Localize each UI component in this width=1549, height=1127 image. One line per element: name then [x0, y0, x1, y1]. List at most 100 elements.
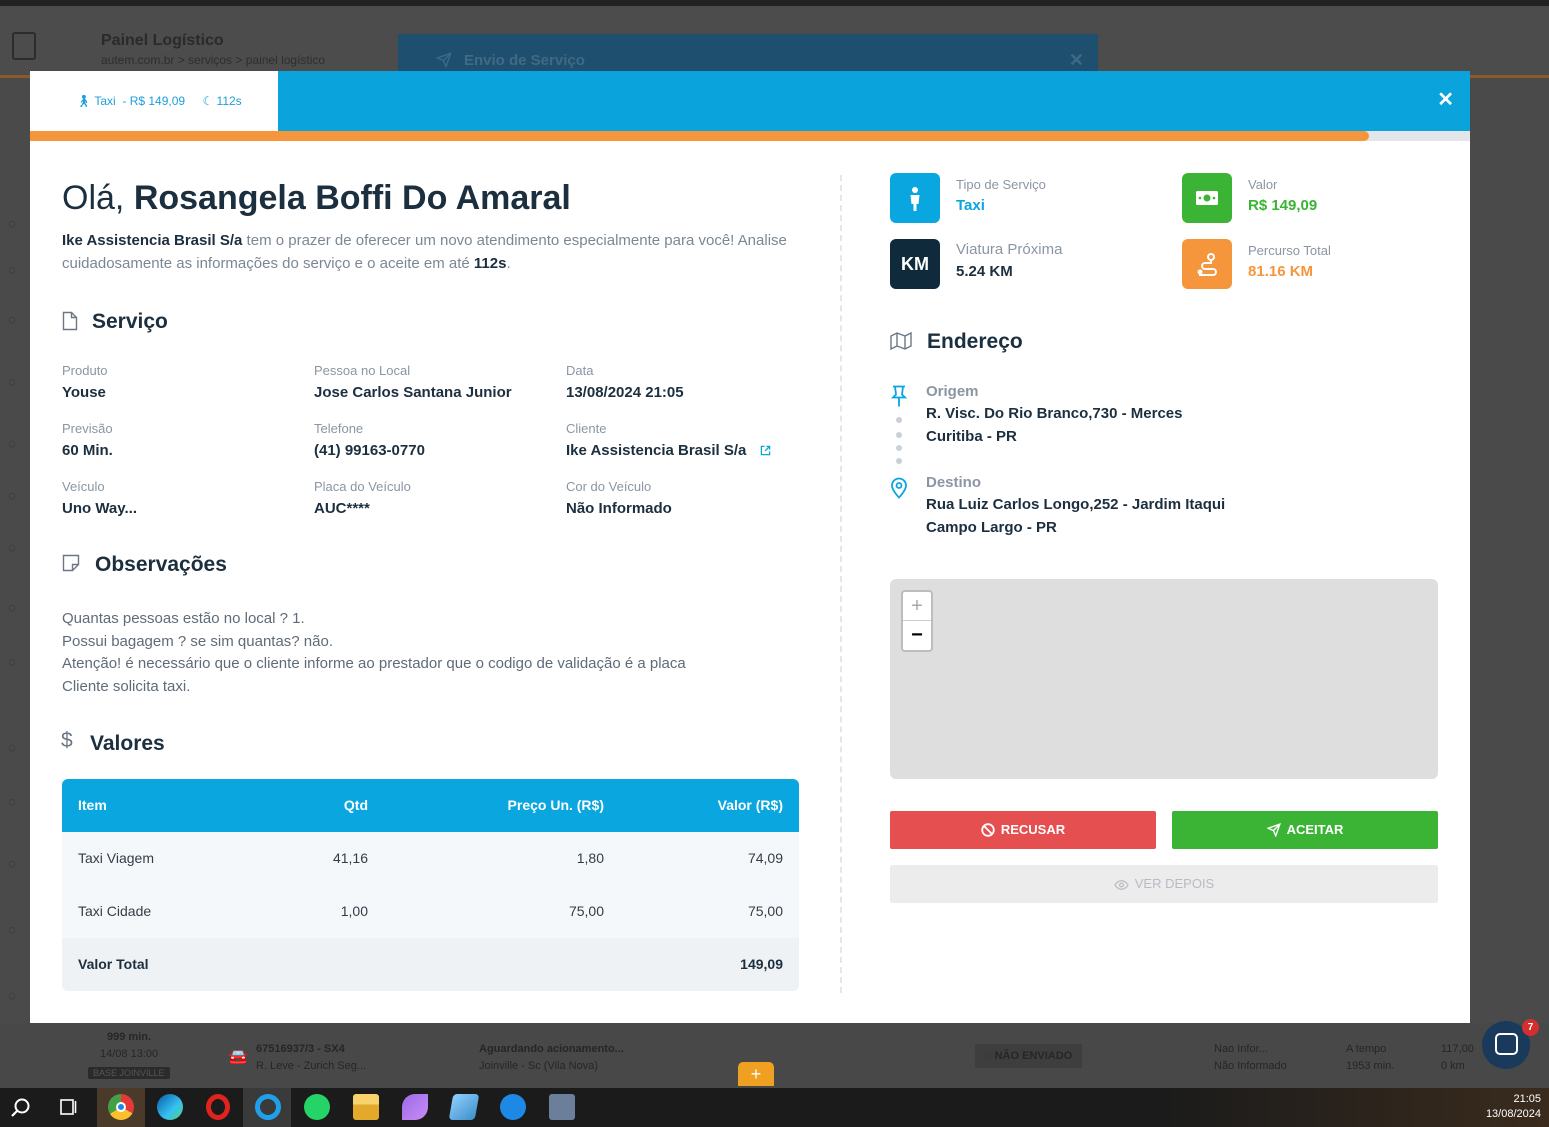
info-value: 5.24 KM [956, 263, 1013, 280]
field-placa: Placa do Veículo AUC**** [314, 479, 411, 517]
route-dot [896, 417, 902, 423]
section-title-endereco: Endereço [927, 330, 1023, 353]
info-value: 81.16 KM [1248, 263, 1314, 280]
field-value: (41) 99163-0770 [314, 442, 425, 459]
table-total-row: Valor Total 149,09 [62, 938, 799, 991]
field-label: Cliente [566, 421, 607, 436]
field-label: Veículo [62, 479, 105, 494]
greeting-prefix: Olá, [62, 179, 125, 217]
paper-plane-icon [436, 52, 452, 68]
header-item: Item [78, 797, 107, 813]
zoom-in-button[interactable]: + [903, 592, 931, 621]
external-link-icon[interactable] [760, 445, 771, 456]
opera-icon[interactable] [206, 1094, 230, 1120]
chat-icon [1495, 1033, 1518, 1055]
row-info2-b: 1953 min. [1346, 1060, 1395, 1072]
spinner-icon: ◌ [8, 922, 16, 937]
cell-valor: 75,00 [747, 903, 783, 919]
route-dot [896, 432, 902, 438]
origin-label: Origem [926, 383, 979, 400]
car-icon: 🚘 [228, 1049, 248, 1066]
header-preco: Preço Un. (R$) [507, 797, 604, 813]
route-icon-badge [1182, 239, 1232, 289]
row-service-address: R. Leve - Zurich Seg... [256, 1060, 367, 1072]
dollar-icon: $ [61, 729, 73, 752]
calculator-icon[interactable] [549, 1094, 575, 1120]
sticky-note-icon [62, 554, 80, 572]
cell-qtd: 1,00 [340, 903, 368, 919]
tab-timer-value: 112s [216, 94, 242, 108]
see-later-button[interactable]: VER DEPOIS [890, 865, 1438, 903]
search-icon[interactable] [10, 1097, 32, 1119]
add-button[interactable]: + [738, 1062, 774, 1086]
modal-header: 🚶︎ Taxi - R$ 149,09 ☾ 112s ✕ [30, 71, 1470, 131]
refuse-button[interactable]: RECUSAR [890, 811, 1156, 849]
chrome-icon[interactable] [108, 1094, 134, 1120]
info-value: R$ 149,09 [1248, 197, 1318, 214]
tab-price: - R$ 149,09 [122, 94, 186, 108]
base-badge: BASE JOINVILLE [88, 1067, 170, 1079]
close-icon[interactable]: ✕ [1437, 87, 1454, 112]
section-title-valores: Valores [90, 732, 165, 755]
edge-icon[interactable] [157, 1094, 183, 1120]
app-q-icon[interactable] [255, 1094, 281, 1120]
field-label: Produto [62, 363, 108, 378]
field-value: 13/08/2024 21:05 [566, 384, 684, 401]
field-pessoa: Pessoa no Local Jose Carlos Santana Junio… [314, 363, 512, 401]
spinner-icon: ◌ [8, 540, 16, 555]
observation-line: Quantas pessoas estão no local ? 1. [62, 610, 305, 627]
route-map[interactable]: + − [890, 579, 1438, 779]
file-explorer-icon[interactable] [353, 1094, 379, 1120]
spinner-icon: ◌ [8, 794, 16, 809]
clock-date: 13/08/2024 [1485, 1108, 1541, 1120]
money-icon-badge [1182, 173, 1232, 223]
zoom-out-button[interactable]: − [903, 621, 931, 650]
table-header: Item Qtd Preço Un. (R$) Valor (R$) [62, 779, 799, 832]
total-value: 149,09 [740, 956, 783, 972]
person-icon [910, 187, 920, 211]
feather-app-icon[interactable] [402, 1094, 428, 1120]
countdown-progress-fill [30, 131, 1370, 141]
service-offer-modal: 🚶︎ Taxi - R$ 149,09 ☾ 112s ✕ Olá, Rosang… [30, 71, 1470, 1023]
field-cor: Cor do Veículo Não Informado [566, 479, 672, 517]
field-label: Data [566, 363, 594, 378]
field-label: Telefone [314, 421, 364, 436]
field-data: Data 13/08/2024 21:05 [566, 363, 684, 401]
tab-service-label: Taxi [94, 94, 116, 108]
header-qtd: Qtd [343, 797, 368, 813]
section-title-servico: Serviço [92, 310, 168, 333]
refuse-button-label: RECUSAR [1000, 822, 1066, 837]
field-label: Placa do Veículo [314, 479, 411, 494]
observation-line: Cliente solicita taxi. [62, 677, 191, 695]
field-label: Previsão [62, 421, 113, 436]
field-previsao: Previsão 60 Min. [62, 421, 113, 459]
map-zoom-control: + − [901, 590, 933, 652]
field-value: Não Informado [566, 500, 672, 517]
system-clock[interactable]: 21:05 13/08/2024 [1486, 1092, 1541, 1122]
paper-plane-icon [1265, 823, 1281, 838]
send-status-button[interactable]: ◌ NÃO ENVIADO [975, 1044, 1083, 1068]
field-value: AUC**** [314, 500, 370, 517]
route-dot [896, 445, 902, 451]
route-dot [896, 458, 902, 464]
column-divider [840, 175, 842, 993]
field-value: Jose Carlos Santana Junior [314, 384, 512, 401]
spinner-icon: ◌ [8, 374, 16, 389]
notes-app-icon[interactable] [448, 1094, 480, 1120]
task-view-icon[interactable] [60, 1099, 78, 1115]
spinner-icon: ◌ [8, 216, 16, 231]
phone-app-icon[interactable] [500, 1094, 526, 1120]
spinner-icon: ◌ [8, 988, 16, 1003]
accept-button[interactable]: ACEITAR [1172, 811, 1438, 849]
person-icon-badge [890, 173, 940, 223]
destination-street: Rua Luiz Carlos Longo,252 - Jardim Itaqu… [926, 496, 1226, 513]
whatsapp-icon[interactable] [304, 1094, 330, 1120]
spinner-icon: ◌ [8, 488, 16, 503]
send-dialog-close-icon[interactable]: ✕ [1069, 50, 1084, 71]
field-label: Cor do Veículo [566, 479, 652, 494]
info-label: Viatura Próxima [956, 241, 1063, 258]
spinner-icon: ◌ [8, 856, 16, 871]
spinner-icon: ◌ [8, 600, 16, 615]
modal-summary-tab: 🚶︎ Taxi - R$ 149,09 ☾ 112s [30, 71, 278, 131]
row-info3-a: 117,00 [1441, 1043, 1474, 1055]
